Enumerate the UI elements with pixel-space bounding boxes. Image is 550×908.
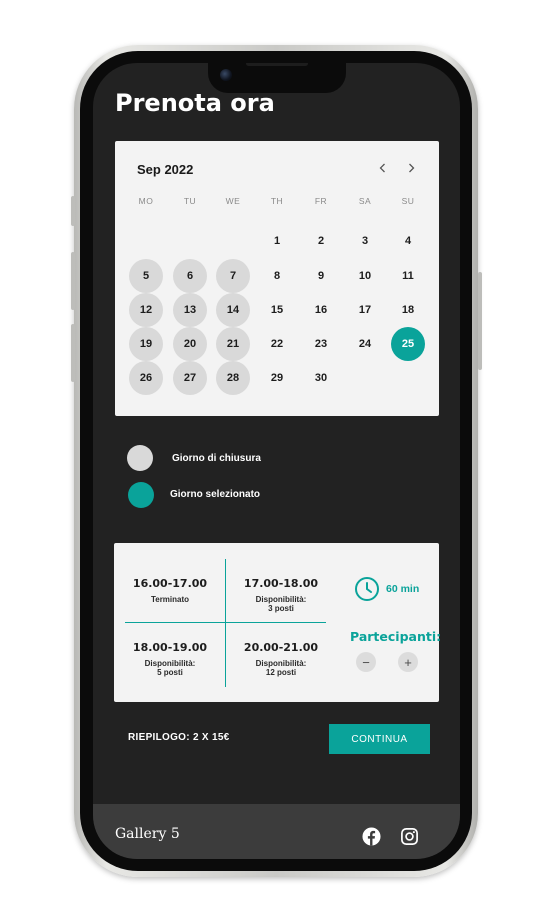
- slot-availability: Disponibilità: 12 posti: [231, 659, 331, 677]
- calendar-day[interactable]: 16: [304, 293, 338, 327]
- slot-time: 18.00-19.00: [132, 641, 208, 654]
- legend-closed-swatch: [127, 445, 153, 471]
- volume-down-button: [71, 324, 75, 382]
- speaker-grille: [246, 63, 308, 66]
- time-slot[interactable]: 17.00-18.00 Disponibilità: 3 posti: [231, 577, 331, 613]
- calendar-day[interactable]: 19: [129, 327, 163, 361]
- slot-time: 17.00-18.00: [243, 577, 319, 590]
- participants-label: Partecipanti:: [350, 629, 442, 644]
- legend-selected-label: Giorno selezionato: [170, 489, 261, 500]
- minus-icon: −: [362, 654, 370, 670]
- clock-icon: [355, 577, 379, 601]
- footer-brand: Gallery 5: [115, 826, 180, 842]
- slot-time: 20.00-21.00: [243, 641, 319, 654]
- time-slot[interactable]: 20.00-21.00 Disponibilità: 12 posti: [231, 641, 331, 677]
- calendar-day[interactable]: 7: [216, 259, 250, 293]
- mute-switch: [71, 196, 75, 226]
- duration-label: 60 min: [386, 583, 420, 595]
- slot-status-label: Disponibilità:: [144, 659, 196, 668]
- slot-seats: 3 posti: [268, 604, 294, 613]
- calendar-day[interactable]: 26: [129, 361, 163, 395]
- calendar-day[interactable]: 1: [260, 224, 294, 258]
- slot-status: Terminato: [150, 595, 190, 604]
- calendar-day[interactable]: 29: [260, 361, 294, 395]
- calendar-day[interactable]: 27: [173, 361, 207, 395]
- volume-up-button: [71, 252, 75, 310]
- weekday-label: TH: [270, 196, 284, 206]
- calendar-day[interactable]: 21: [216, 327, 250, 361]
- instagram-icon[interactable]: [400, 827, 419, 846]
- slot-divider-horizontal: [125, 622, 326, 623]
- legend-selected-swatch: [128, 482, 154, 508]
- continue-button[interactable]: CONTINUA: [329, 724, 430, 754]
- weekday-label: SA: [358, 196, 372, 206]
- calendar-day[interactable]: 9: [304, 259, 338, 293]
- calendar-day-selected[interactable]: 25: [391, 327, 425, 361]
- calendar-day[interactable]: 14: [216, 293, 250, 327]
- calendar-day[interactable]: 22: [260, 327, 294, 361]
- slot-status-label: Disponibilità:: [255, 659, 307, 668]
- plus-icon: +: [404, 654, 412, 670]
- weekday-label: TU: [183, 196, 197, 206]
- increase-participants-button[interactable]: +: [398, 652, 418, 672]
- calendar-day[interactable]: 23: [304, 327, 338, 361]
- app-screen: Prenota ora Sep 2022 MO TU WE TH FR SA S…: [93, 63, 460, 859]
- calendar-day[interactable]: 18: [391, 293, 425, 327]
- slot-divider-vertical: [225, 559, 226, 687]
- calendar-day[interactable]: 6: [173, 259, 207, 293]
- slot-seats: 5 posti: [157, 668, 183, 677]
- calendar-day[interactable]: 20: [173, 327, 207, 361]
- slot-time: 16.00-17.00: [132, 577, 208, 590]
- calendar-day[interactable]: 17: [348, 293, 382, 327]
- weekday-label: FR: [314, 196, 328, 206]
- calendar-day[interactable]: 28: [216, 361, 250, 395]
- footer: Gallery 5: [93, 804, 460, 859]
- time-slot[interactable]: 18.00-19.00 Disponibilità: 5 posti: [120, 641, 220, 677]
- prev-month-button[interactable]: [373, 158, 393, 178]
- weekday-label: MO: [138, 196, 154, 206]
- calendar-day[interactable]: 10: [348, 259, 382, 293]
- calendar-day[interactable]: 11: [391, 259, 425, 293]
- calendar: Sep 2022 MO TU WE TH FR SA SU 1234567891…: [115, 141, 439, 416]
- slot-seats: 12 posti: [265, 668, 297, 677]
- duration-info: 60 min: [354, 576, 419, 602]
- slot-availability: Disponibilità: 5 posti: [120, 659, 220, 677]
- calendar-day[interactable]: 5: [129, 259, 163, 293]
- next-month-button[interactable]: [401, 158, 421, 178]
- calendar-day[interactable]: 30: [304, 361, 338, 395]
- weekday-label: WE: [225, 196, 241, 206]
- calendar-day[interactable]: 24: [348, 327, 382, 361]
- legend-closed-label: Giorno di chiusura: [172, 453, 261, 464]
- calendar-day[interactable]: 4: [391, 224, 425, 258]
- calendar-day[interactable]: 2: [304, 224, 338, 258]
- time-slots-card: 16.00-17.00 Terminato 17.00-18.00 Dispon…: [114, 543, 442, 702]
- front-camera: [220, 69, 232, 81]
- chevron-left-icon: [379, 163, 385, 173]
- calendar-day[interactable]: 15: [260, 293, 294, 327]
- page-title: Prenota ora: [115, 89, 275, 117]
- facebook-icon[interactable]: [362, 827, 381, 846]
- order-summary: RIEPILOGO: 2 X 15€: [128, 732, 230, 743]
- calendar-day[interactable]: 8: [260, 259, 294, 293]
- calendar-month: Sep 2022: [137, 162, 194, 177]
- slot-availability: Disponibilità: 3 posti: [231, 595, 331, 613]
- chevron-right-icon: [409, 163, 415, 173]
- calendar-day[interactable]: 12: [129, 293, 163, 327]
- time-slot[interactable]: 16.00-17.00 Terminato: [120, 577, 220, 604]
- calendar-day[interactable]: 13: [173, 293, 207, 327]
- power-button: [478, 272, 482, 370]
- slot-status-label: Disponibilità:: [255, 595, 307, 604]
- decrease-participants-button[interactable]: −: [356, 652, 376, 672]
- calendar-day[interactable]: 3: [348, 224, 382, 258]
- weekday-label: SU: [401, 196, 415, 206]
